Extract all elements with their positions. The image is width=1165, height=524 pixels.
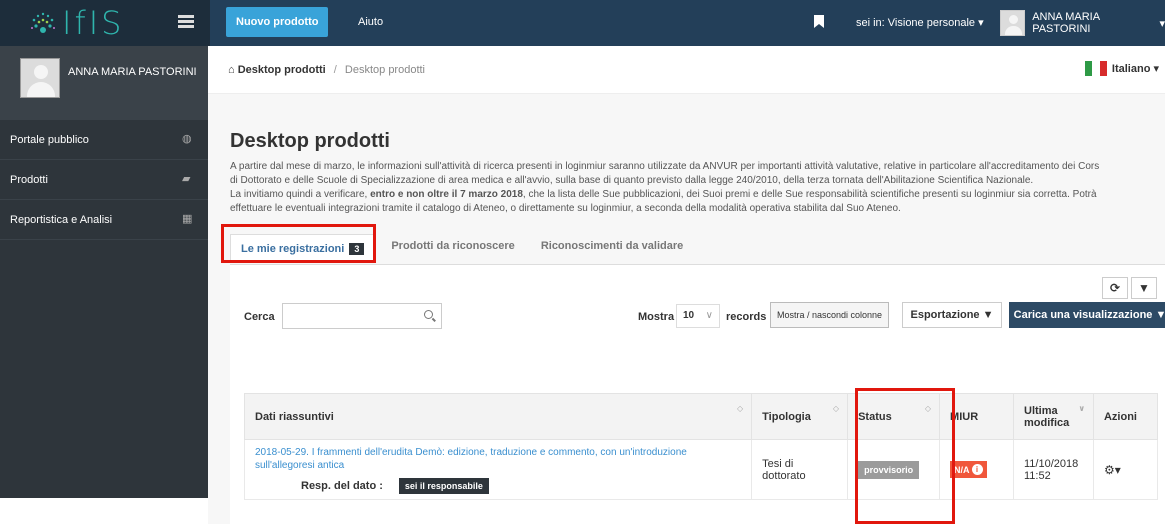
intro-text: A partire dal mese di marzo, le informaz… (230, 160, 1160, 216)
responsible-badge: sei il responsabile (398, 477, 489, 494)
intro-line-3: La invitiamo quindi a verificare, entro … (230, 188, 1160, 202)
column-label: Tipologia (762, 410, 811, 423)
breadcrumb-home[interactable]: Desktop prodotti (238, 64, 326, 76)
search-box (282, 303, 442, 329)
italian-flag-icon (1084, 61, 1107, 76)
sort-icon[interactable]: ∨ (1078, 404, 1085, 413)
page-title: Desktop prodotti (230, 130, 390, 152)
new-product-button[interactable]: Nuovo prodotto (226, 7, 329, 37)
search-row: Cerca Mostra 10 records Mostra / nascond… (244, 301, 1165, 331)
perspective-label: sei in: Visione personale (856, 17, 976, 29)
language-label: Italiano (1111, 62, 1151, 75)
iris-logo[interactable]: IfIS (28, 6, 124, 40)
column-label: Ultima modifica (1024, 404, 1070, 429)
breadcrumb: ⌂ Desktop prodotti / Desktop prodotti (228, 64, 425, 76)
records-label: records (726, 311, 767, 323)
refresh-icon[interactable]: ⟳ (1102, 277, 1128, 299)
breadcrumb-bar: ⌂ Desktop prodotti / Desktop prodotti It… (208, 46, 1165, 94)
product-title-link[interactable]: 2018-05-29. I frammenti dell'erudita Dem… (255, 446, 741, 472)
sidebar-item-label: Reportistica e Analisi (10, 214, 113, 226)
menu-toggle-icon[interactable] (178, 15, 194, 29)
intro-line-4: effettuare le eventuali integrazioni tra… (230, 203, 901, 214)
col-azioni: Azioni (1092, 393, 1159, 440)
intro-text-part: , che la lista delle Sue pubblicazioni, … (522, 189, 1097, 200)
miur-label: N/A (954, 464, 970, 475)
help-link[interactable]: Aiuto (358, 16, 383, 28)
toggle-columns-button[interactable]: Mostra / nascondi colonne (770, 302, 890, 328)
breadcrumb-current: Desktop prodotti (344, 64, 426, 76)
col-ultima-modifica[interactable]: Ultima modifica ∨ (1013, 393, 1094, 440)
highlight-box-tab (221, 224, 376, 263)
sidebar-item-reportistica[interactable]: Reportistica e Analisi ▦ (0, 200, 208, 240)
search-label: Cerca (244, 311, 275, 323)
breadcrumb-separator: / (333, 64, 337, 76)
cell-modified: 11/10/2018 11:52 (1013, 439, 1094, 500)
registrations-table: Dati riassuntivi ◇ Tipologia ◇ Status ◇ MIU… (243, 393, 1159, 500)
modified-time: 11:52 (1024, 469, 1051, 482)
registrations-panel: ⟳ ▼ Cerca Mostra 10 records Mostra / nas… (230, 264, 1165, 524)
sidebar-user: ANNA MARIA PASTORINI (0, 46, 208, 120)
sidebar-item-prodotti[interactable]: Prodotti ▰ (0, 160, 208, 200)
sidebar: ANNA MARIA PASTORINI Portale pubblico ◍ … (0, 46, 208, 498)
perspective-dropdown[interactable]: sei in: Visione personale ▾ (856, 16, 984, 29)
table-icon: ▦ (182, 213, 193, 225)
bookmark-icon[interactable] (814, 15, 824, 28)
intro-deadline: entro e non oltre il 7 marzo 2018 (370, 189, 523, 200)
user-menu[interactable]: ANNA MARIA PASTORINI ▾ (1000, 10, 1165, 36)
table-header-row: Dati riassuntivi ◇ Tipologia ◇ Status ◇ MIU… (243, 393, 1159, 440)
sidebar-avatar (20, 58, 60, 98)
responsible-label: Resp. del dato : (301, 479, 383, 492)
col-tipologia[interactable]: Tipologia ◇ (751, 393, 849, 440)
language-selector[interactable]: Italiano ▾ (1084, 61, 1159, 76)
main-content: Desktop prodotti A partire dal mese di m… (208, 94, 1165, 524)
cell-actions: ⚙▾ (1092, 439, 1159, 500)
avatar (1000, 10, 1026, 36)
sidebar-user-name: ANNA MARIA PASTORINI (68, 66, 197, 78)
col-dati-riassuntivi[interactable]: Dati riassuntivi ◇ (243, 393, 753, 440)
highlight-box-status (855, 388, 955, 524)
search-icon[interactable] (424, 310, 433, 319)
globe-icon: ◍ (182, 133, 192, 145)
column-label: Azioni (1103, 410, 1137, 423)
table-row: 2018-05-29. I frammenti dell'erudita Dem… (243, 439, 1159, 500)
tab-prodotti-da-riconoscere[interactable]: Prodotti da riconoscere (381, 234, 524, 262)
user-name: ANNA MARIA PASTORINI (1032, 11, 1100, 35)
intro-line-1: A partire dal mese di marzo, le informaz… (230, 161, 1100, 172)
logo-area: IfIS (0, 0, 210, 46)
sort-icon[interactable]: ◇ (737, 404, 743, 413)
filter-icon[interactable]: ▼ (1131, 277, 1157, 299)
info-icon: i (971, 464, 983, 475)
top-navbar: IfIS Nuovo prodotto Aiuto sei in: Vision… (0, 0, 1165, 46)
intro-line-2: di Dottorato e delle Scuole di Specializ… (230, 175, 1034, 186)
sidebar-item-portale-pubblico[interactable]: Portale pubblico ◍ (0, 120, 208, 160)
column-label: Dati riassuntivi (255, 410, 334, 423)
responsible-row: Resp. del dato : sei il responsabile (255, 477, 741, 494)
intro-text-part: La invitiamo quindi a verificare, (230, 189, 371, 200)
book-icon: ▰ (182, 173, 191, 185)
cell-summary: 2018-05-29. I frammenti dell'erudita Dem… (243, 439, 753, 500)
show-label: Mostra (638, 311, 675, 323)
sort-icon[interactable]: ◇ (833, 404, 839, 413)
logo-text: IfIS (62, 4, 125, 42)
tool-buttons: ⟳ ▼ (1099, 277, 1157, 299)
home-icon[interactable]: ⌂ (228, 64, 235, 76)
search-input[interactable] (283, 304, 413, 328)
tab-riconoscimenti-da-validare[interactable]: Riconoscimenti da validare (531, 234, 693, 262)
cell-tipologia: Tesi di dottorato (751, 439, 849, 500)
modified-date: 11/10/2018 (1024, 457, 1079, 470)
export-button[interactable]: Esportazione ▼ (902, 302, 1002, 328)
gear-icon[interactable]: ⚙▾ (1104, 463, 1121, 477)
load-view-button[interactable]: Carica una visualizzazione ▼ (1009, 302, 1165, 328)
iris-flower-icon (31, 12, 55, 33)
sidebar-item-label: Prodotti (10, 174, 48, 186)
sidebar-item-label: Portale pubblico (10, 134, 89, 146)
records-per-page-select[interactable]: 10 (676, 304, 720, 328)
miur-badge[interactable]: N/A i (950, 461, 987, 478)
